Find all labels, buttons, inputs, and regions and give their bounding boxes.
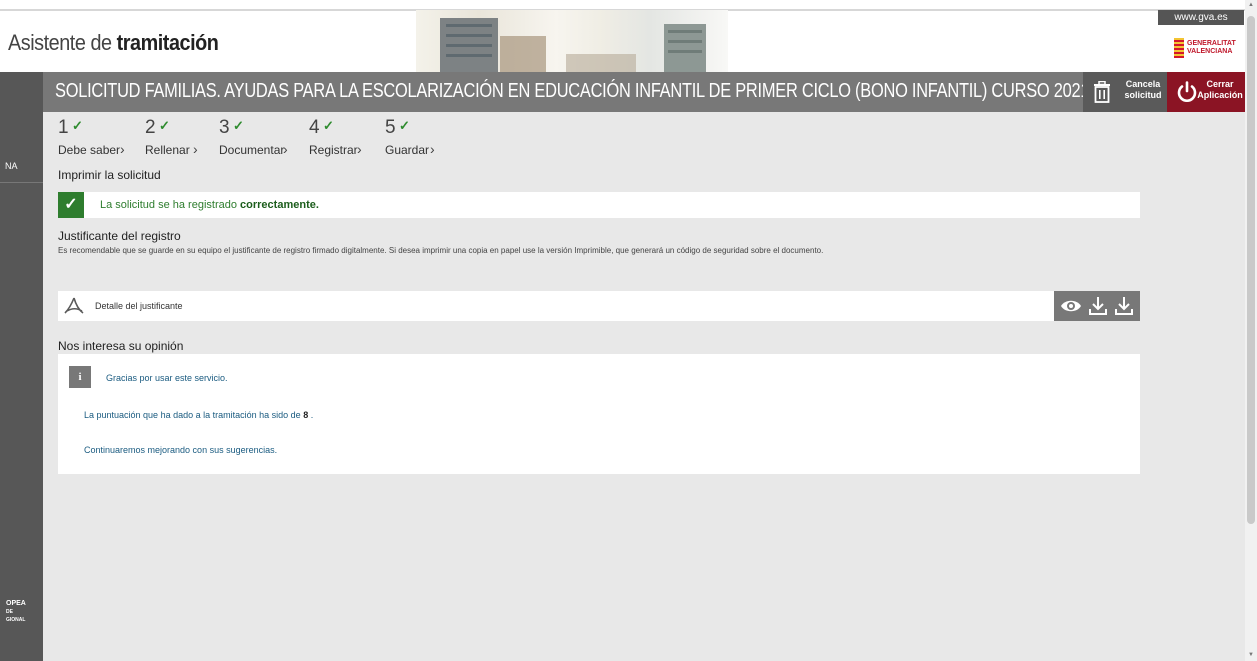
brand-prefix: Asistente de (8, 30, 112, 55)
receipt-detail-label: Detalle del justificante (95, 301, 183, 311)
download-icon[interactable] (1088, 296, 1108, 316)
thanks-text: Gracias por usar este servicio. (106, 373, 228, 383)
scroll-up-icon[interactable]: ▲ (1248, 2, 1254, 8)
step-number: 2 (145, 117, 156, 138)
chevron-right-icon: › (193, 141, 198, 157)
brand-bold: tramitación (116, 30, 219, 55)
opinion-panel: i Gracias por usar este servicio. La pun… (58, 354, 1140, 474)
checkmark-icon: ✓ (399, 118, 410, 133)
close-application-button[interactable]: Cerrar Aplicación (1167, 72, 1245, 112)
check-icon: ✓ (58, 192, 84, 218)
vertical-scrollbar[interactable]: ▲ ▼ (1245, 0, 1257, 661)
info-icon: i (69, 366, 91, 388)
chevron-right-icon: › (430, 141, 435, 157)
gva-website-link[interactable]: www.gva.es (1158, 10, 1244, 25)
close-label: Cerrar Aplicación (1197, 79, 1243, 100)
step-label: Documentar (219, 143, 285, 157)
download-printable-icon[interactable] (1114, 296, 1134, 316)
step-number: 3 (219, 117, 230, 138)
checkmark-icon: ✓ (323, 118, 334, 133)
sidebar-label[interactable]: NA (5, 161, 18, 171)
cancel-label: Cancela solicitud (1124, 79, 1162, 100)
app-brand: Asistente de tramitación (8, 30, 219, 56)
pdf-icon (64, 297, 84, 314)
checkmark-icon: ✓ (233, 118, 244, 133)
step-label: Registrar (309, 143, 358, 157)
chevron-right-icon: › (283, 141, 288, 157)
trash-icon (1094, 81, 1110, 103)
receipt-document-row: Detalle del justificante (58, 291, 1140, 321)
procedure-title: SOLICITUD FAMILIAS. AYUDAS PARA LA ESCOL… (55, 80, 1130, 102)
sidebar-divider (0, 182, 43, 183)
success-text: La solicitud se ha registrado correctame… (100, 199, 319, 211)
procedure-title-bar: SOLICITUD FAMILIAS. AYUDAS PARA LA ESCOL… (43, 72, 1130, 112)
eu-fund-logo: OPEA DE GIONAL (6, 600, 26, 623)
scroll-down-icon[interactable]: ▼ (1248, 652, 1254, 658)
cancel-request-button[interactable]: Cancela solicitud (1083, 72, 1167, 112)
logo-text: GENERALITAT VALENCIANA (1187, 40, 1236, 55)
document-actions (1054, 291, 1140, 321)
checkmark-icon: ✓ (159, 118, 170, 133)
receipt-description: Es recomendable que se guarde en su equi… (58, 246, 824, 255)
success-message: ✓ La solicitud se ha registrado correcta… (58, 192, 1140, 218)
chevron-right-icon: › (120, 141, 125, 157)
score-text: La puntuación que ha dado a la tramitaci… (84, 410, 314, 420)
step-number: 4 (309, 117, 320, 138)
receipt-section-title: Justificante del registro (58, 229, 181, 243)
scrollbar-thumb[interactable] (1247, 16, 1255, 524)
closing-text: Continuaremos mejorando con sus sugerenc… (84, 445, 278, 455)
step-number: 1 (58, 117, 69, 138)
score-value: 8 (303, 410, 309, 420)
checkmark-icon: ✓ (72, 118, 83, 133)
step-number: 5 (385, 117, 396, 138)
generalitat-logo[interactable]: GENERALITAT VALENCIANA (1174, 38, 1244, 62)
step-label: Debe saber (58, 143, 121, 157)
coat-of-arms-icon (1174, 38, 1184, 58)
step-label: Guardar (385, 143, 430, 157)
left-sidebar: NA OPEA DE GIONAL (0, 72, 43, 661)
print-section-title: Imprimir la solicitud (58, 168, 161, 182)
header-banner-image (416, 10, 728, 72)
power-icon (1177, 81, 1197, 102)
eye-view-icon[interactable] (1060, 298, 1082, 314)
opinion-section-title: Nos interesa su opinión (58, 339, 184, 353)
chevron-right-icon: › (357, 141, 362, 157)
step-label: Rellenar (145, 143, 190, 157)
top-header: Asistente de tramitación www.gva.es GENE… (0, 0, 1257, 72)
